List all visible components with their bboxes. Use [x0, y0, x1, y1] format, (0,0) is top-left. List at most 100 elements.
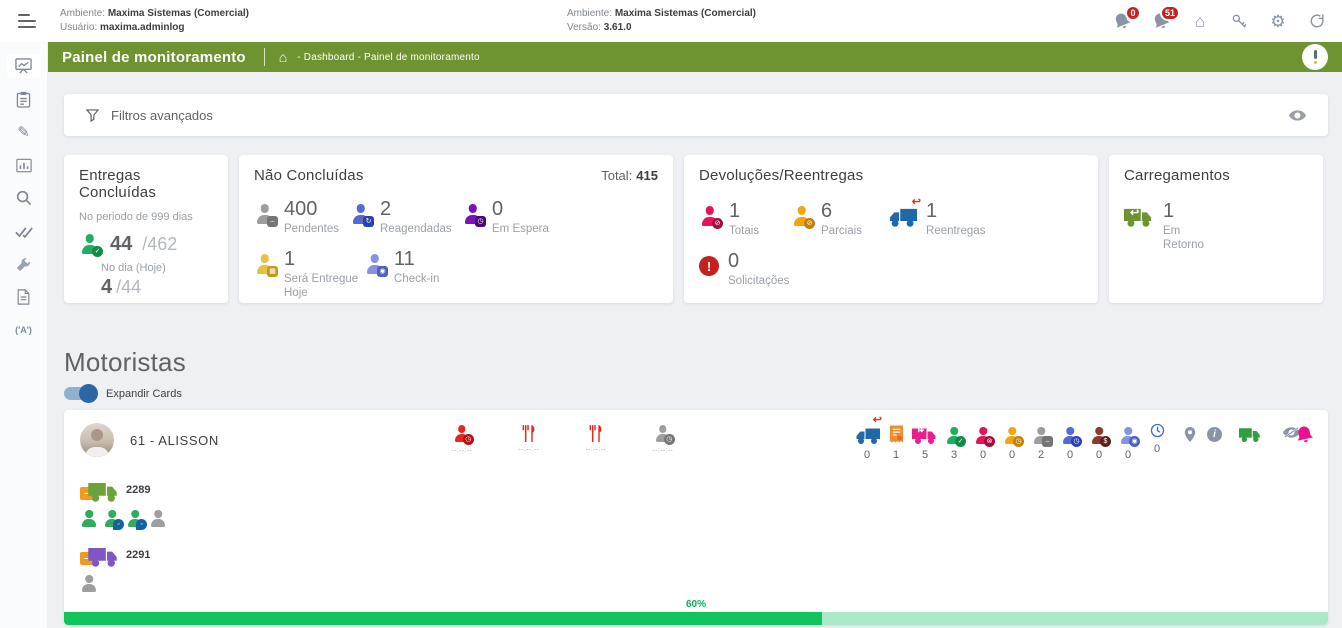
day-label: No dia (Hoje)	[79, 262, 213, 274]
ambiente-value: Maxima Sistemas (Comercial)	[108, 8, 249, 19]
alerts-bell-icon[interactable]: 51	[1150, 10, 1172, 32]
counter-tempo: 0	[1144, 423, 1170, 461]
info-icon[interactable]: i	[1207, 427, 1222, 442]
person-clock-orange-icon: ◷	[1003, 427, 1021, 445]
notifications-group[interactable]	[1283, 425, 1314, 444]
person-dash-icon: –	[1032, 427, 1050, 445]
stat-reagendadas: ↻ 2Reagendadas	[350, 198, 462, 236]
notifications-badge: 0	[1125, 5, 1141, 21]
total-label: Total:	[601, 168, 632, 183]
main-content: Filtros avançados Entregas Concluídas No…	[48, 72, 1342, 628]
helper-green-pin-icon: ◦	[126, 510, 144, 528]
person-pending-icon: –	[254, 204, 275, 225]
counter-reagendadas: ◷ 0	[1057, 423, 1083, 461]
person-rescheduled-icon: ↻	[350, 204, 371, 225]
driver-vehicles: – 2289 ‎ ◦ ◦ – 2291	[64, 461, 1328, 593]
restaurant-icon	[588, 425, 603, 442]
period-label: No periodo de 999 dias	[79, 211, 213, 223]
hamburger-menu-icon[interactable]	[18, 14, 38, 28]
usuario-label: Usuário:	[60, 22, 97, 33]
driver-actions: i	[1184, 425, 1314, 444]
home-icon[interactable]: ⌂	[1189, 10, 1211, 32]
person-dollar-icon: $	[1090, 427, 1108, 445]
vehicle-purple-truck-icon: –	[80, 542, 124, 568]
person-clock-blue-icon: ◷	[1061, 427, 1079, 445]
stat-em-retorno: ↩ 1Em Retorno	[1124, 200, 1215, 252]
sidebar-item-clipboard[interactable]	[7, 87, 41, 111]
breadcrumb-home-icon[interactable]: ⌂	[279, 50, 287, 64]
restaurant-icon	[521, 425, 536, 442]
logout-icon[interactable]	[1306, 10, 1328, 32]
vehicle-id: 2291	[126, 549, 150, 561]
card-devolucoes-reentregas: Devoluções/Reentregas ⊘ 1Totais ⊘ 6Parci…	[684, 155, 1098, 303]
counter-checkin: ◉ 0	[1115, 423, 1141, 461]
vehicle-row[interactable]: – 2291	[80, 542, 1312, 568]
expand-cards-label: Expandir Cards	[106, 388, 182, 400]
person-pin-icon: ◉	[1119, 427, 1137, 445]
card-title: Entregas Concluídas	[79, 167, 213, 201]
vehicle-row[interactable]: – 2289	[80, 477, 1312, 503]
counter-notas: 1	[883, 423, 909, 461]
counter-pendentes: – 2	[1028, 423, 1054, 461]
notifications-bell-icon[interactable]: 0	[1111, 10, 1133, 32]
lunch-end-cell: --:--:--	[581, 425, 611, 454]
sidebar-item-dashboard[interactable]	[7, 54, 41, 78]
ambiente-value: Maxima Sistemas (Comercial)	[615, 8, 756, 19]
vehicle-green-truck-icon: –	[80, 477, 124, 503]
sidebar-item-reports[interactable]	[7, 153, 41, 177]
period-value: 44	[110, 233, 132, 256]
vehicle-helpers	[80, 575, 1312, 593]
warning-badge[interactable]	[1302, 44, 1328, 70]
person-waiting-icon: ◷	[462, 204, 483, 225]
vehicle-truck-icon[interactable]	[1239, 426, 1262, 444]
versao-label: Versão:	[567, 22, 601, 33]
person-check-icon: ✓	[79, 234, 100, 255]
lunch-start-cell: --:--:--	[514, 425, 544, 454]
card-carregamentos: Carregamentos ↩ 1Em Retorno	[1109, 155, 1323, 303]
eye-icon[interactable]	[1289, 110, 1306, 121]
card-title: Devoluções/Reentregas	[699, 167, 1083, 184]
usuario-value: maxima.adminlog	[100, 22, 184, 33]
helper-green-pin-icon: ◦	[103, 510, 121, 528]
driver-card[interactable]: 61 - ALISSON ◷ --:--:-- --:--:-- --:--:-…	[64, 410, 1328, 625]
divider	[264, 48, 265, 66]
monitoring-dashboard: Ambiente: Maxima Sistemas (Comercial) Us…	[0, 0, 1342, 628]
environment-info-left: Ambiente: Maxima Sistemas (Comercial) Us…	[60, 7, 249, 35]
sidebar-item-search[interactable]	[7, 186, 41, 210]
redelivery-truck-icon: ↩	[887, 206, 917, 238]
sidebar-item-tools[interactable]	[7, 252, 41, 276]
key-icon[interactable]	[1228, 10, 1250, 32]
advanced-filters-bar[interactable]: Filtros avançados	[64, 94, 1328, 136]
sidebar-item-edit[interactable]: ✎	[7, 120, 41, 144]
progress-bar	[64, 612, 1328, 625]
progress-fill	[64, 612, 822, 625]
helper-gray-icon	[149, 510, 167, 528]
expand-cards-toggle[interactable]	[64, 387, 96, 400]
environment-info-center: Ambiente: Maxima Sistemas (Comercial) Ve…	[567, 7, 756, 35]
counter-devolucao: ⊗ 0	[970, 423, 996, 461]
alerts-badge: 51	[1160, 5, 1180, 21]
driver-times: ◷ --:--:-- --:--:-- --:--:-- ◷ --:--:--	[447, 425, 678, 454]
stat-totais: ⊘ 1Totais	[699, 200, 791, 238]
helper-green-icon	[80, 510, 98, 528]
card-title: Carregamentos	[1124, 167, 1308, 184]
stat-pendentes: – 400Pendentes	[254, 198, 350, 236]
sidebar-item-approvals[interactable]	[7, 219, 41, 243]
stat-check-in: ◉ 11Check-in	[364, 248, 460, 300]
bell-pink-icon[interactable]	[1293, 423, 1316, 446]
location-pin-icon[interactable]	[1184, 427, 1196, 442]
sidebar-item-broadcast[interactable]: ('A')	[7, 318, 41, 342]
driver-progress: 60%	[64, 599, 1328, 625]
driver-counters: ↩ 0 1 ⇅ 5 ✓ 3 ⊗	[854, 423, 1170, 461]
period-total: /462	[142, 234, 177, 255]
stat-em-espera: ◷ 0Em Espera	[462, 198, 566, 236]
counter-pagamento: $ 0	[1086, 423, 1112, 461]
card-entregas-concluidas: Entregas Concluídas No periodo de 999 di…	[64, 155, 228, 303]
gear-icon[interactable]: ⚙	[1267, 10, 1289, 32]
summary-cards: Entregas Concluídas No periodo de 999 di…	[64, 155, 1328, 303]
sidebar-item-document[interactable]	[7, 285, 41, 309]
end-time-cell: ◷ --:--:--	[648, 425, 678, 454]
person-checkin-icon: ◉	[364, 254, 385, 275]
ambiente-label: Ambiente:	[60, 8, 105, 19]
card-title: Não Concluídas	[254, 167, 364, 184]
